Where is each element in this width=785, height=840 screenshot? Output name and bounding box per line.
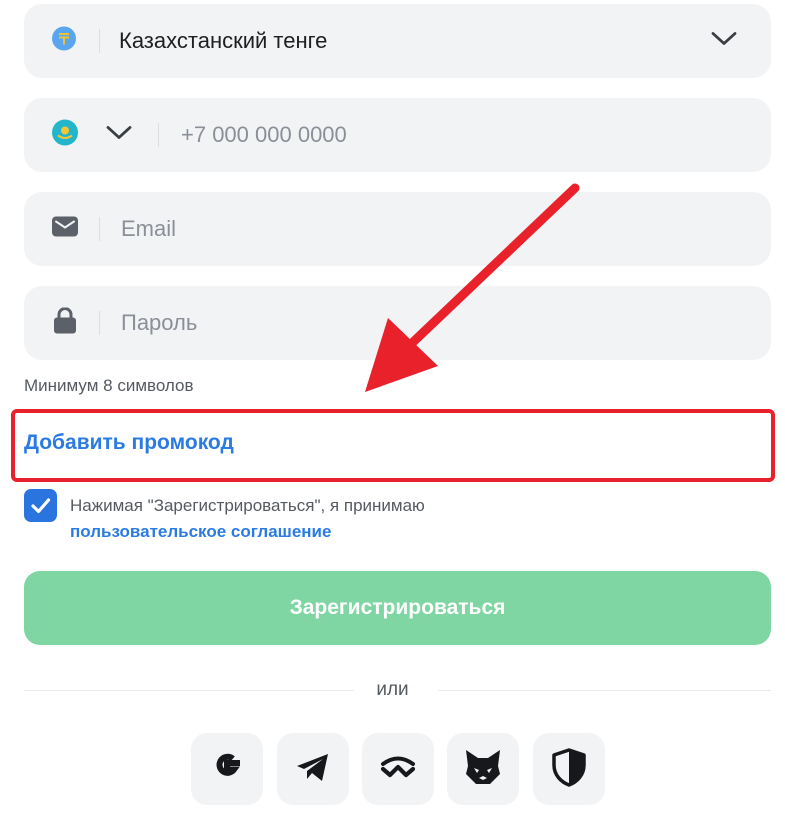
shield-icon [551, 747, 587, 792]
lock-icon [54, 307, 76, 339]
register-button[interactable]: Зарегистрироваться [24, 571, 771, 645]
terms-checkbox[interactable] [24, 489, 57, 522]
tenge-coin-icon [52, 26, 76, 56]
google-icon [207, 747, 247, 792]
email-input[interactable]: Email [121, 216, 176, 242]
currency-value: Казахстанский тенге [119, 28, 328, 53]
phone-input[interactable]: +7 000 000 0000 [181, 122, 347, 148]
field-separator [158, 123, 159, 147]
security-login-button[interactable] [533, 733, 605, 805]
walletconnect-icon [378, 747, 418, 792]
walletconnect-login-button[interactable] [362, 733, 434, 805]
password-field[interactable]: Пароль [24, 286, 771, 360]
country-chevron-down-icon[interactable] [106, 125, 132, 146]
checkmark-icon [31, 498, 51, 514]
password-input[interactable]: Пароль [121, 310, 197, 336]
kazakhstan-flag-icon [52, 119, 78, 151]
google-login-button[interactable] [191, 733, 263, 805]
email-field[interactable]: Email [24, 192, 771, 266]
field-separator [99, 29, 100, 53]
terms-text: Нажимая "Зарегистрироваться", я принимаю… [70, 493, 425, 545]
or-divider-label: или [376, 679, 409, 700]
user-agreement-link[interactable]: пользовательское соглашение [70, 519, 425, 545]
telegram-icon [293, 747, 333, 792]
terms-label: Нажимая "Зарегистрироваться", я принимаю [70, 496, 425, 515]
field-separator [99, 217, 100, 241]
telegram-login-button[interactable] [277, 733, 349, 805]
add-promo-code-link[interactable]: Добавить промокод [24, 431, 234, 455]
field-separator [99, 311, 100, 335]
password-hint: Минимум 8 символов [24, 376, 194, 395]
metamask-icon [462, 746, 504, 793]
chevron-down-icon[interactable] [711, 31, 737, 52]
metamask-login-button[interactable] [447, 733, 519, 805]
envelope-icon [52, 216, 78, 242]
currency-select[interactable]: Казахстанский тенге [24, 4, 771, 78]
phone-field[interactable]: +7 000 000 0000 [24, 98, 771, 172]
